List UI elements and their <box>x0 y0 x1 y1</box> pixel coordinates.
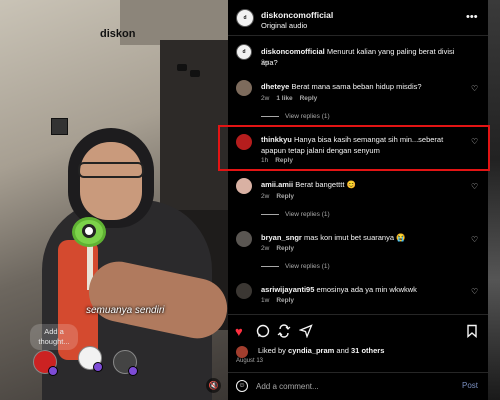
avatar[interactable] <box>236 283 252 299</box>
add-thought-bubble[interactable]: Add a thought... <box>30 324 78 350</box>
view-replies-button[interactable]: View replies (1) <box>261 113 330 120</box>
comment: thinkkyu Hanya bisa kasih semangat sih m… <box>261 134 466 156</box>
comment: dheteye Berat mana sama beban hidup misd… <box>261 81 466 92</box>
view-replies-button[interactable]: View replies (1) <box>261 263 330 270</box>
reply-button[interactable]: Reply <box>275 157 293 164</box>
comment: bryan_sngr mas kon imut bet suaranya 😭 <box>261 232 466 243</box>
reply-button[interactable]: Reply <box>300 95 318 102</box>
story-badge <box>93 362 103 372</box>
person-face <box>80 142 142 220</box>
background-strip <box>488 0 500 400</box>
comments-panel: d diskoncomofficial Original audio ••• d… <box>228 0 488 400</box>
comment-username[interactable]: bryan_sngr <box>261 233 302 242</box>
video-wall <box>160 40 228 230</box>
story-badge <box>128 366 138 376</box>
comment-username[interactable]: thinkkyu <box>261 135 292 144</box>
post-header: d diskoncomofficial Original audio ••• <box>228 0 488 36</box>
add-comment-bar: ☺ Post <box>228 372 488 400</box>
bookmark-icon[interactable] <box>466 324 478 341</box>
avatar[interactable] <box>236 178 252 194</box>
liker-avatar[interactable] <box>236 346 248 358</box>
view-replies-button[interactable]: View replies (1) <box>261 211 330 218</box>
post-button[interactable]: Post <box>462 381 478 390</box>
comment-meta: 1h Reply <box>261 157 293 164</box>
comment-username[interactable]: asriwijayanti95 <box>261 285 314 294</box>
glasses <box>78 162 144 178</box>
ceiling-lamp <box>177 64 187 71</box>
comment-meta: 2w 1 like Reply <box>261 95 318 102</box>
heart-outline-icon[interactable]: ♡ <box>471 84 478 93</box>
video-ceiling <box>120 0 228 45</box>
comment-icon[interactable] <box>256 324 270 341</box>
share-icon[interactable] <box>298 324 313 341</box>
reply-button[interactable]: Reply <box>276 297 294 304</box>
heart-outline-icon[interactable]: ♡ <box>471 287 478 296</box>
avatar[interactable]: d <box>236 44 252 60</box>
reply-button[interactable]: Reply <box>276 193 294 200</box>
more-horizontal-icon[interactable]: ••• <box>466 11 478 23</box>
comment: asriwijayanti95 emosinya ada ya min wkwk… <box>261 284 466 295</box>
avatar[interactable]: d <box>236 9 254 27</box>
avatar[interactable] <box>236 80 252 96</box>
comment-meta: 2w <box>261 59 270 66</box>
comment-text: Berat mana sama beban hidup misdis? <box>291 82 422 91</box>
action-bar: ♥ Liked by cyndia_pram and 31 others Aug… <box>228 314 488 372</box>
heart-outline-icon[interactable]: ♡ <box>471 182 478 191</box>
ceiling-lamp <box>190 70 200 77</box>
comment-username[interactable]: dheteye <box>261 82 289 91</box>
original-audio-link[interactable]: Original audio <box>261 21 307 30</box>
comment-meta: 2w Reply <box>261 245 295 252</box>
repost-icon[interactable] <box>277 324 291 341</box>
heart-outline-icon[interactable]: ♡ <box>471 137 478 146</box>
story-badge <box>48 366 58 376</box>
reply-button[interactable]: Reply <box>276 245 294 252</box>
comment-meta: 2w Reply <box>261 193 295 200</box>
avatar[interactable] <box>236 231 252 247</box>
video-watermark: diskon <box>100 28 136 40</box>
post-caption: diskoncomofficial Menurut kalian yang pa… <box>261 46 466 68</box>
comment-text: emosinya ada ya min wkwkwk <box>316 285 417 294</box>
comment-text: Berat bangetttt 😊 <box>295 180 356 189</box>
post-date: August 13 <box>236 358 264 364</box>
comment-likes[interactable]: 1 like <box>276 95 292 102</box>
heart-filled-icon[interactable]: ♥ <box>235 324 243 339</box>
comment-username[interactable]: diskoncomofficial <box>261 47 325 56</box>
video-player[interactable]: diskon semuanya sendiri Add a thought...… <box>0 0 228 400</box>
video-caption: semuanya sendiri <box>86 305 165 316</box>
lollipop-eye <box>82 224 96 238</box>
avatar[interactable] <box>236 134 252 150</box>
emoji-icon[interactable]: ☺ <box>236 380 248 392</box>
speaker-muted-icon[interactable]: 🔇 <box>206 378 221 393</box>
heart-outline-icon[interactable]: ♡ <box>471 235 478 244</box>
comment-username[interactable]: amii.amii <box>261 180 293 189</box>
comment-text: mas kon imut bet suaranya 😭 <box>303 233 406 242</box>
comment-meta: 1w Reply <box>261 297 295 304</box>
comment: amii.amii Berat bangetttt 😊 <box>261 179 466 190</box>
comment-input[interactable] <box>256 379 446 394</box>
header-username[interactable]: diskoncomofficial <box>261 10 333 20</box>
liked-by-text[interactable]: Liked by cyndia_pram and 31 others <box>258 346 384 355</box>
wall-socket <box>51 118 68 135</box>
